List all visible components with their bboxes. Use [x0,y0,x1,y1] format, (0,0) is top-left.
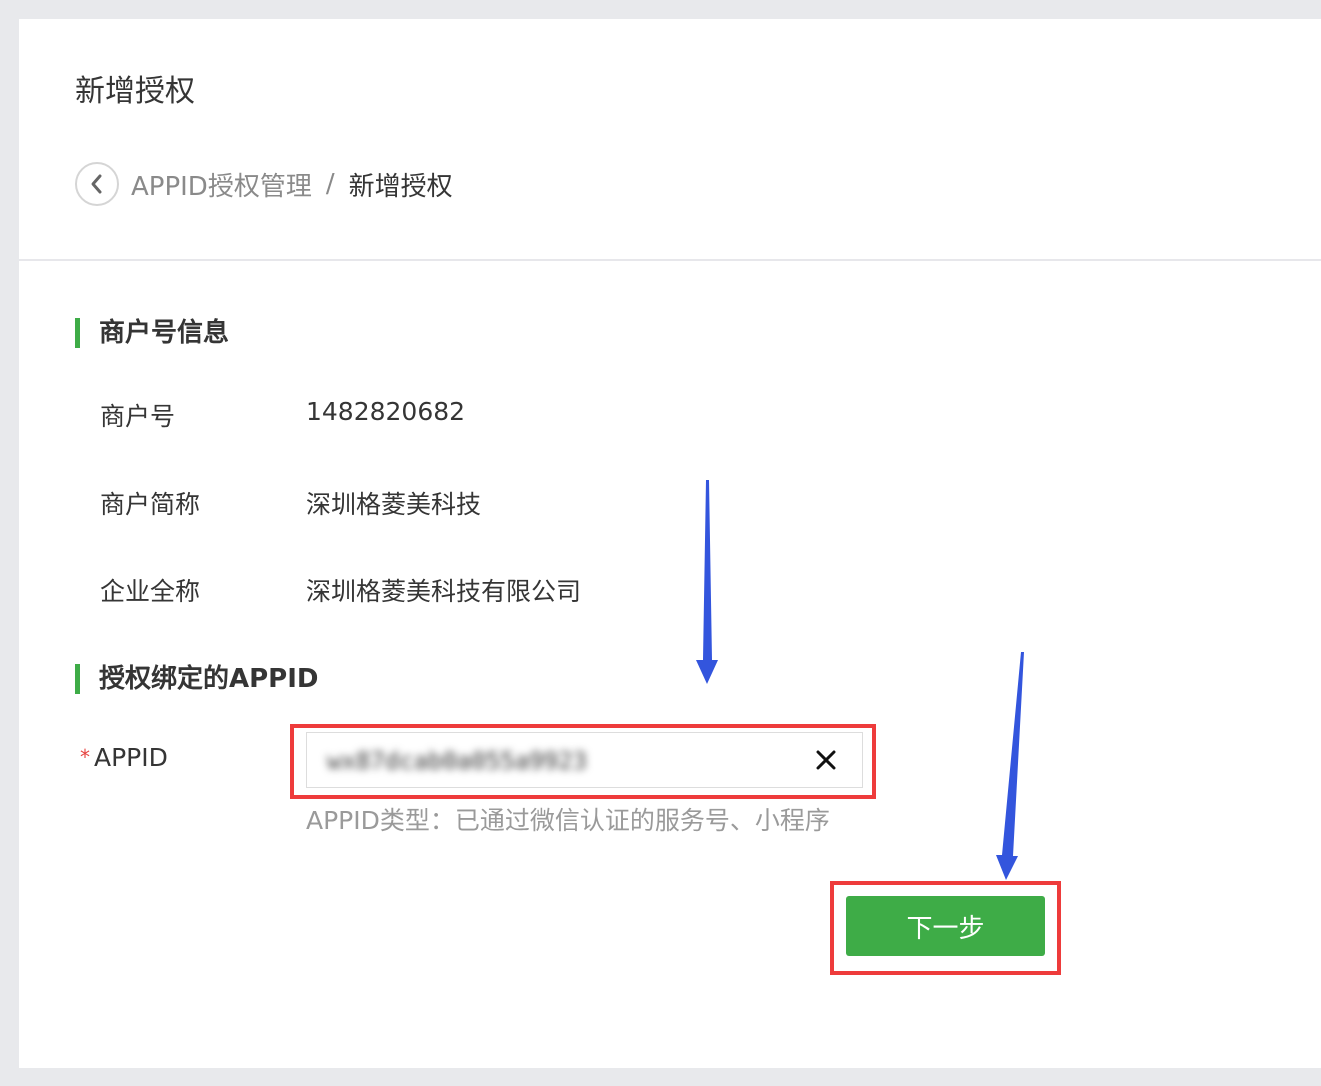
breadcrumb-current: 新增授权 [348,171,453,202]
required-mark: * [80,745,90,769]
appid-section-title: 授权绑定的APPID [75,662,319,696]
breadcrumb-separator: / [325,169,335,199]
chevron-left-icon [91,174,102,194]
breadcrumb-parent-link[interactable]: APPID授权管理 [131,166,312,203]
section-accent-bar [75,318,80,348]
company-full-name-value: 深圳格菱美科技有限公司 [306,577,582,606]
merchant-short-name-value: 深圳格菱美科技 [306,490,482,519]
merchant-section-title: 商户号信息 [75,316,229,350]
next-step-button[interactable]: 下一步 [846,896,1045,956]
main-card: 新增授权 APPID授权管理 / 新增授权 商户号信息 商户号 14828206… [19,19,1321,1068]
appid-label-text: APPID [94,743,168,772]
appid-type-hint: APPID类型：已通过微信认证的服务号、小程序 [306,806,830,835]
company-full-name-label: 企业全称 [100,577,201,606]
merchant-id-value: 1482820682 [306,397,466,426]
merchant-short-name-label: 商户简称 [100,490,201,519]
section-accent-bar [75,664,80,694]
breadcrumb: APPID授权管理 / 新增授权 [75,159,453,209]
merchant-section-label: 商户号信息 [99,318,230,348]
appid-field-label: * APPID [80,743,168,772]
page-title: 新增授权 [75,74,195,109]
back-button[interactable] [75,162,119,206]
merchant-id-label: 商户号 [100,402,176,431]
header-divider [19,259,1321,261]
appid-section-label: 授权绑定的APPID [99,664,319,694]
appid-input-highlight [290,724,876,799]
